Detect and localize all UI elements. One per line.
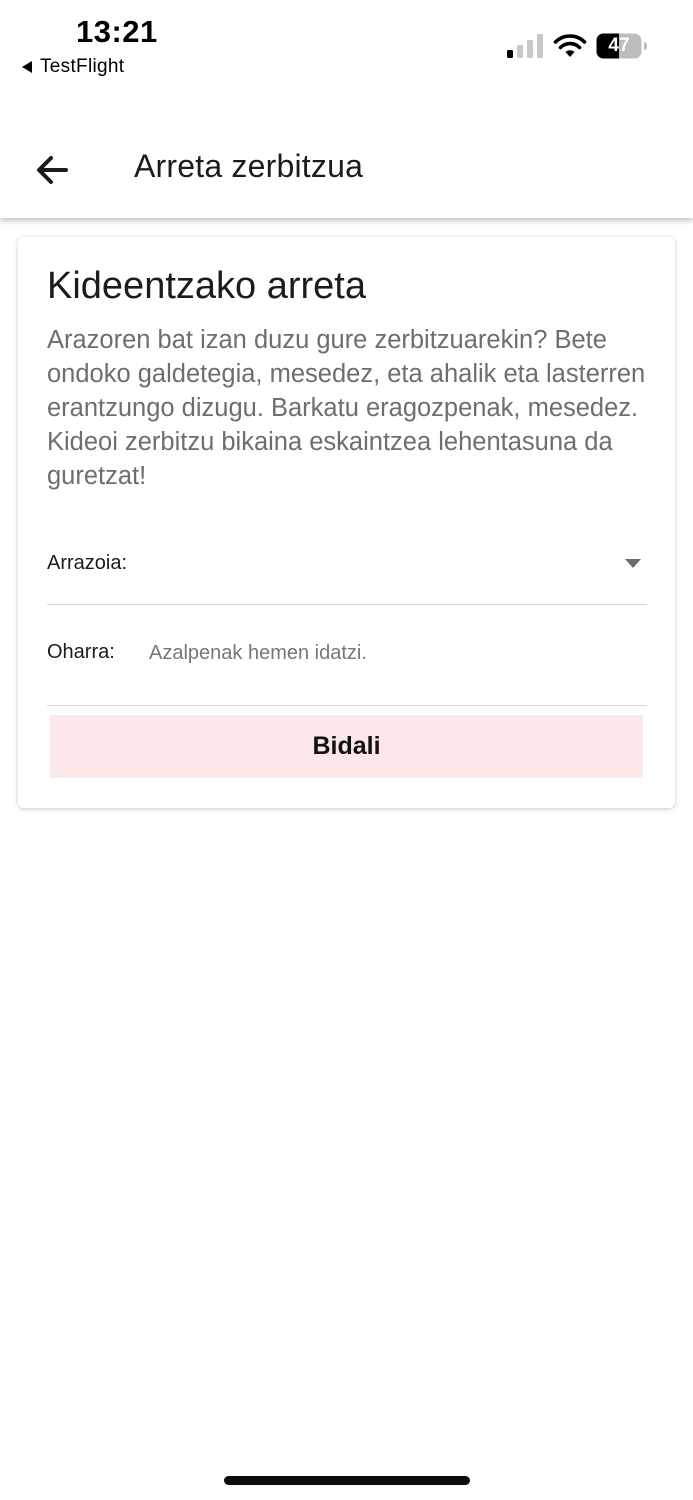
wifi-icon xyxy=(553,34,587,57)
submit-button[interactable]: Bidali xyxy=(50,715,643,778)
card-description: Arazoren bat izan duzu gure zerbitzuarek… xyxy=(47,326,646,490)
arrow-left-icon xyxy=(37,156,68,184)
note-input[interactable] xyxy=(149,637,639,669)
back-triangle-icon xyxy=(22,61,32,73)
home-indicator[interactable] xyxy=(224,1476,470,1485)
app-screen: 13:21 TestFlight 47 Arreta zerbitzua Kid… xyxy=(0,0,693,1500)
status-bar: 13:21 TestFlight 47 xyxy=(0,0,693,90)
reason-dropdown[interactable]: Arrazoia: xyxy=(47,537,647,605)
support-form-card: Kideentzako arreta Arazoren bat izan duz… xyxy=(18,237,675,808)
card-title: Kideentzako arreta xyxy=(47,265,366,307)
reason-label: Arrazoia: xyxy=(47,552,128,574)
back-to-app-link[interactable]: TestFlight xyxy=(22,55,124,79)
note-field: Oharra: xyxy=(47,627,647,706)
cellular-signal-icon xyxy=(507,34,543,58)
battery-level: 47 xyxy=(608,35,630,56)
back-button[interactable] xyxy=(22,140,82,200)
dropdown-arrow-icon xyxy=(625,559,641,568)
back-app-label: TestFlight xyxy=(40,56,125,77)
note-label: Oharra: xyxy=(47,641,115,663)
page-title: Arreta zerbitzua xyxy=(134,148,364,184)
status-time: 13:21 xyxy=(76,14,158,49)
app-bar: Arreta zerbitzua xyxy=(0,118,693,218)
